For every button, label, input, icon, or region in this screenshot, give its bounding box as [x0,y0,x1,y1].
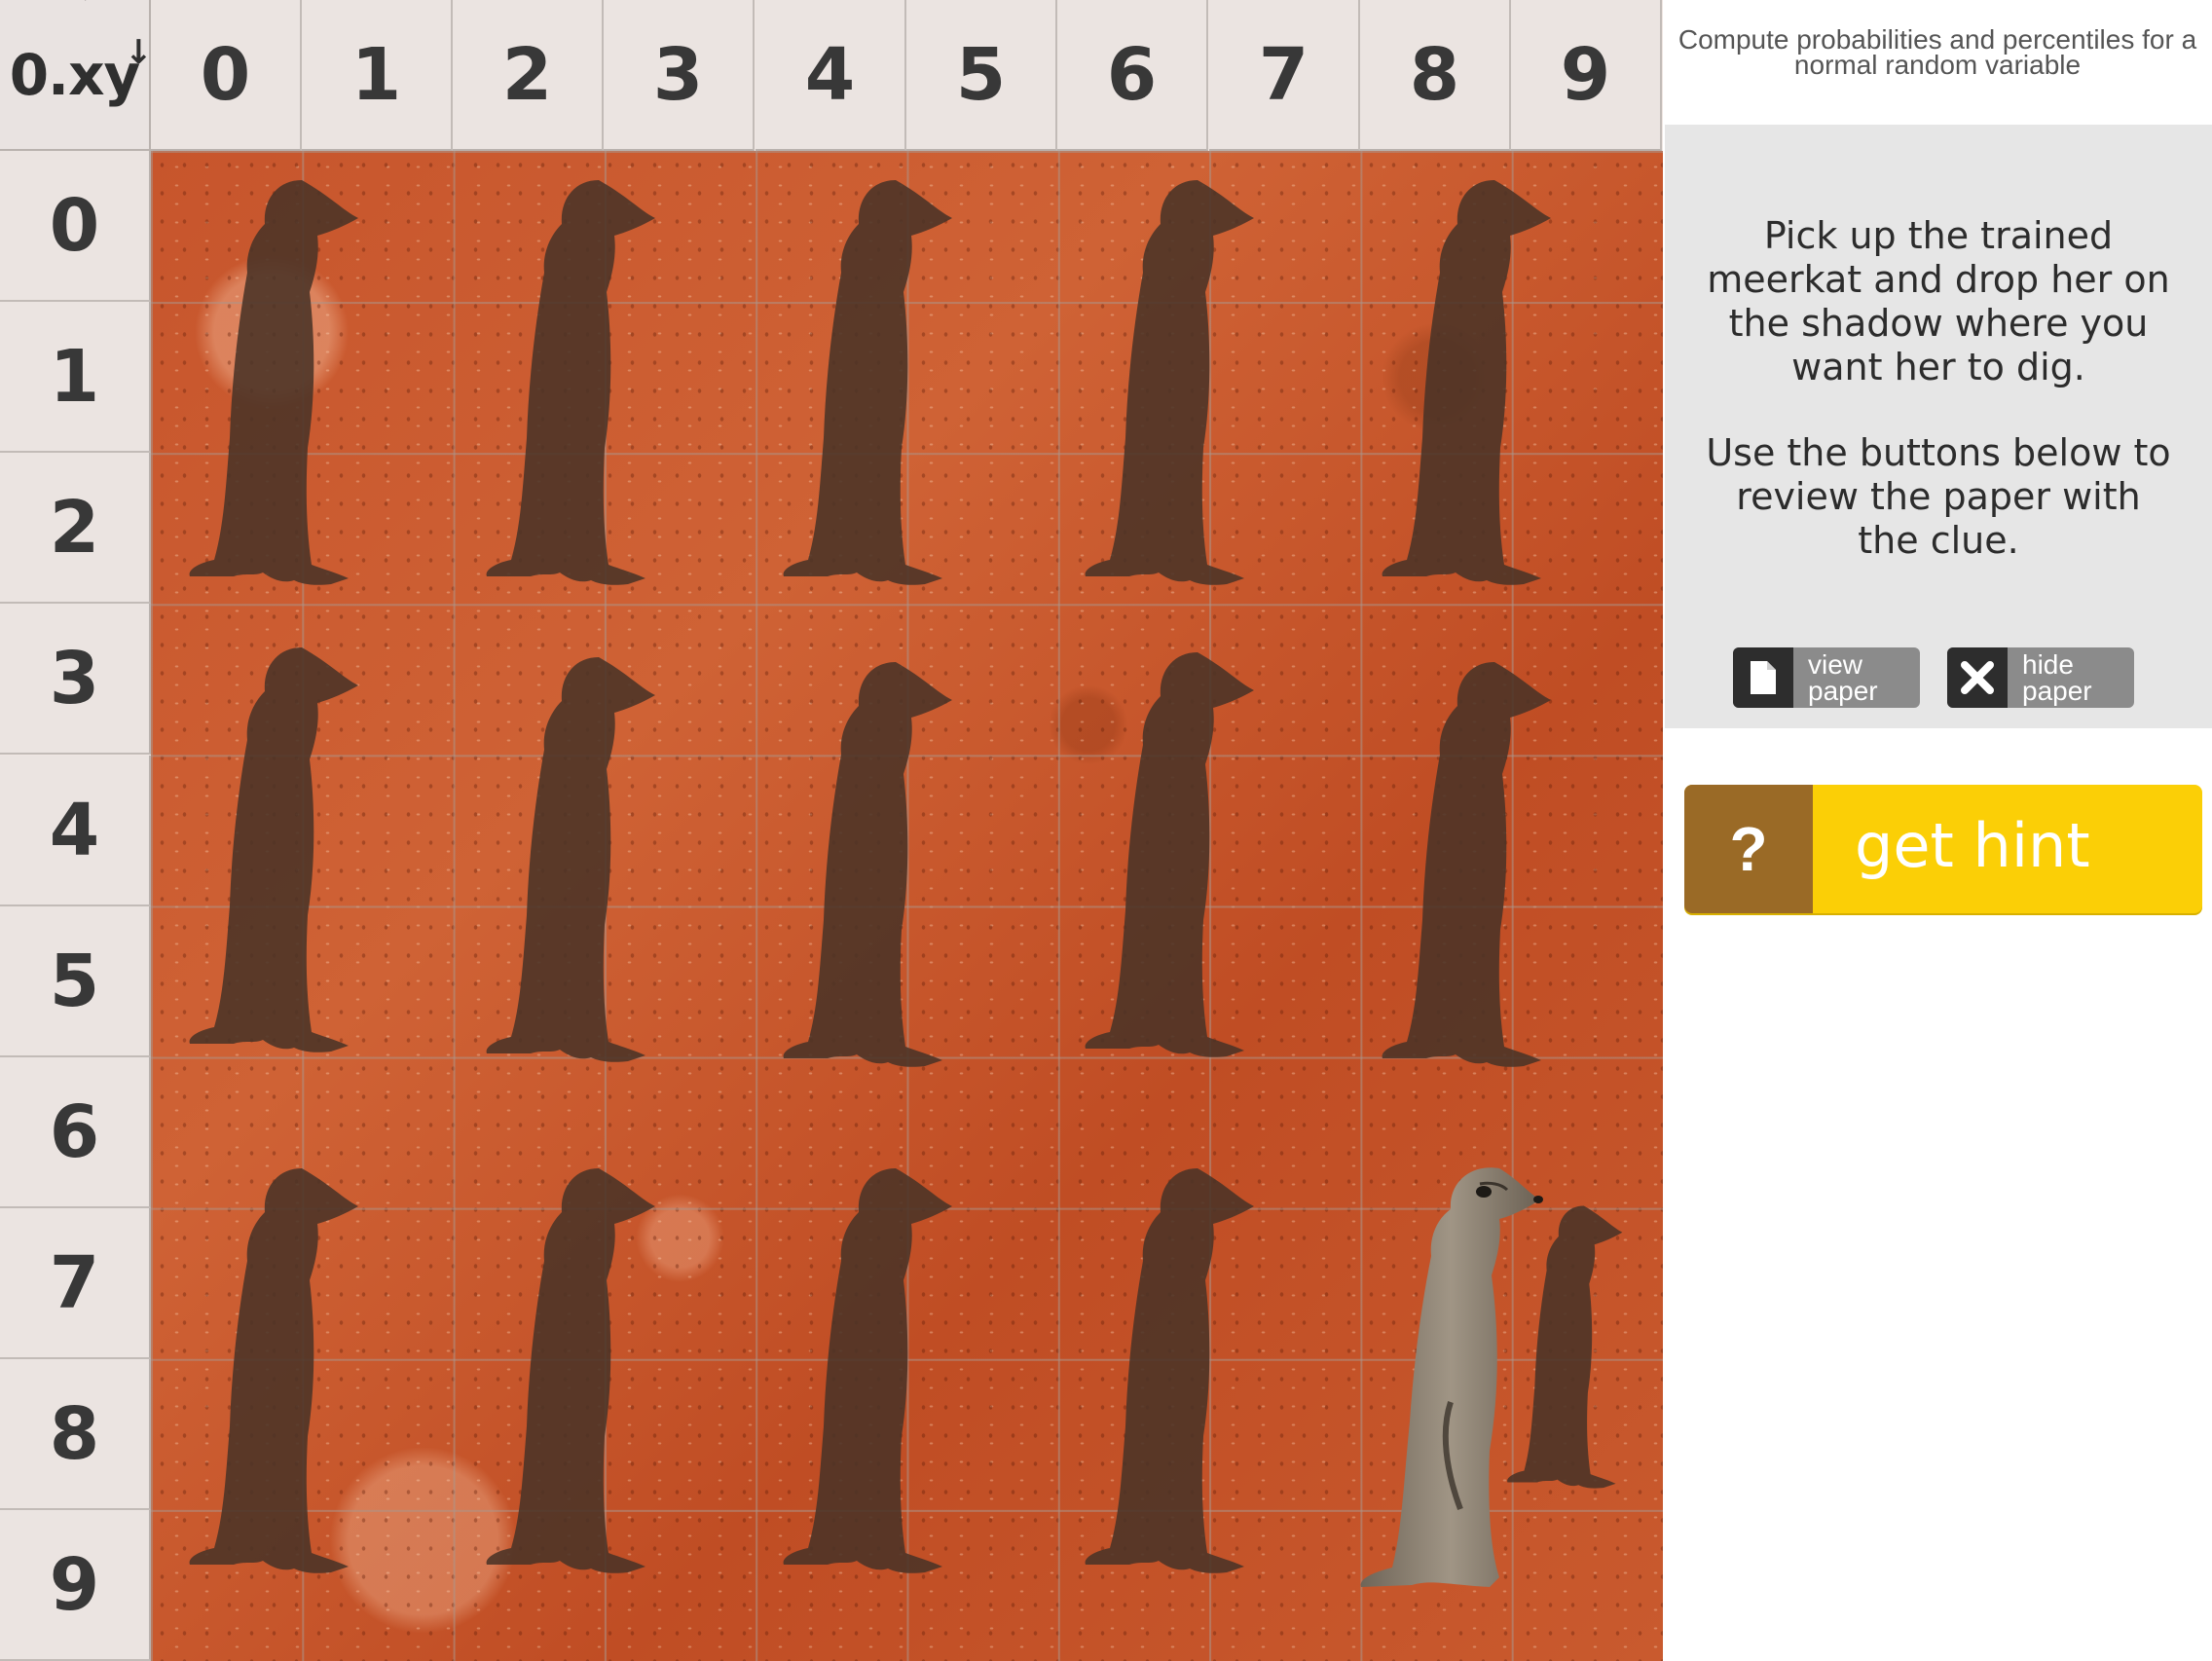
meerkat-shadow[interactable] [482,1163,696,1582]
column-header-5: 5 [906,0,1057,151]
column-header-4: 4 [756,0,906,151]
row-header-3: 3 [0,604,151,755]
meerkat-shadow[interactable] [185,175,399,594]
row-header-2: 2 [0,453,151,604]
meerkat-shadow[interactable] [1081,647,1295,1066]
row-header-1: 1 [0,302,151,453]
column-header-1: 1 [302,0,453,151]
instructions-text-paper: Use the buttons below to review the pape… [1706,431,2171,562]
row-header-9: 9 [0,1510,151,1661]
meerkat-shadow[interactable] [1081,175,1295,594]
meerkat-shadow[interactable] [1081,1163,1295,1582]
meerkat-icon [1360,1167,1543,1587]
meerkat-shadow[interactable] [185,643,399,1061]
meerkat-shadow[interactable] [779,657,993,1076]
meerkat-shadow[interactable] [779,175,993,594]
get-hint-button[interactable]: ? get hint [1684,785,2202,913]
instructions-panel: Pick up the trained meerkat and drop her… [1665,125,2212,728]
row-header-7: 7 [0,1208,151,1359]
sand-field [151,151,1663,1661]
document-icon [1733,647,1793,708]
question-icon: ? [1684,785,1813,913]
view-paper-button[interactable]: view paper [1733,647,1920,708]
row-header-6: 6 [0,1057,151,1208]
column-header-7: 7 [1209,0,1360,151]
view-paper-label: view paper [1808,649,1878,706]
trained-meerkat[interactable] [1353,1159,1587,1597]
column-header-2: 2 [453,0,604,151]
row-header-8: 8 [0,1359,151,1510]
row-header-4: 4 [0,756,151,906]
get-hint-label: get hint [1855,810,2090,881]
column-header-0: 0 [151,0,302,151]
right-arrow-icon: → [68,0,92,11]
page-subtitle: Compute probabilities and percentiles fo… [1677,24,2197,80]
meerkat-shadow[interactable] [779,1163,993,1582]
meerkat-shadow[interactable] [482,652,696,1071]
close-x-icon [1947,647,2008,708]
meerkat-shadow[interactable] [185,1163,399,1582]
hide-paper-label: hide paper [2022,649,2092,706]
column-header-9: 9 [1511,0,1662,151]
row-header-0: 0 [0,151,151,302]
meerkat-shadow[interactable] [1378,657,1592,1076]
column-header-8: 8 [1360,0,1511,151]
meerkat-shadow[interactable] [482,175,696,594]
corner-label: 0.xy → ↓ [0,0,152,151]
row-header-5: 5 [0,906,151,1057]
column-header-6: 6 [1057,0,1208,151]
corner-label-text: 0.xy [9,41,141,108]
meerkat-shadow[interactable] [1378,175,1592,594]
down-arrow-icon: ↓ [125,33,152,72]
game-board: 0.xy → ↓ 0 1 2 3 4 5 6 7 8 9 0 1 2 3 4 5… [0,0,1663,1661]
hide-paper-button[interactable]: hide paper [1947,647,2134,708]
instructions-text-drop: Pick up the trained meerkat and drop her… [1707,214,2170,388]
column-header-3: 3 [604,0,755,151]
